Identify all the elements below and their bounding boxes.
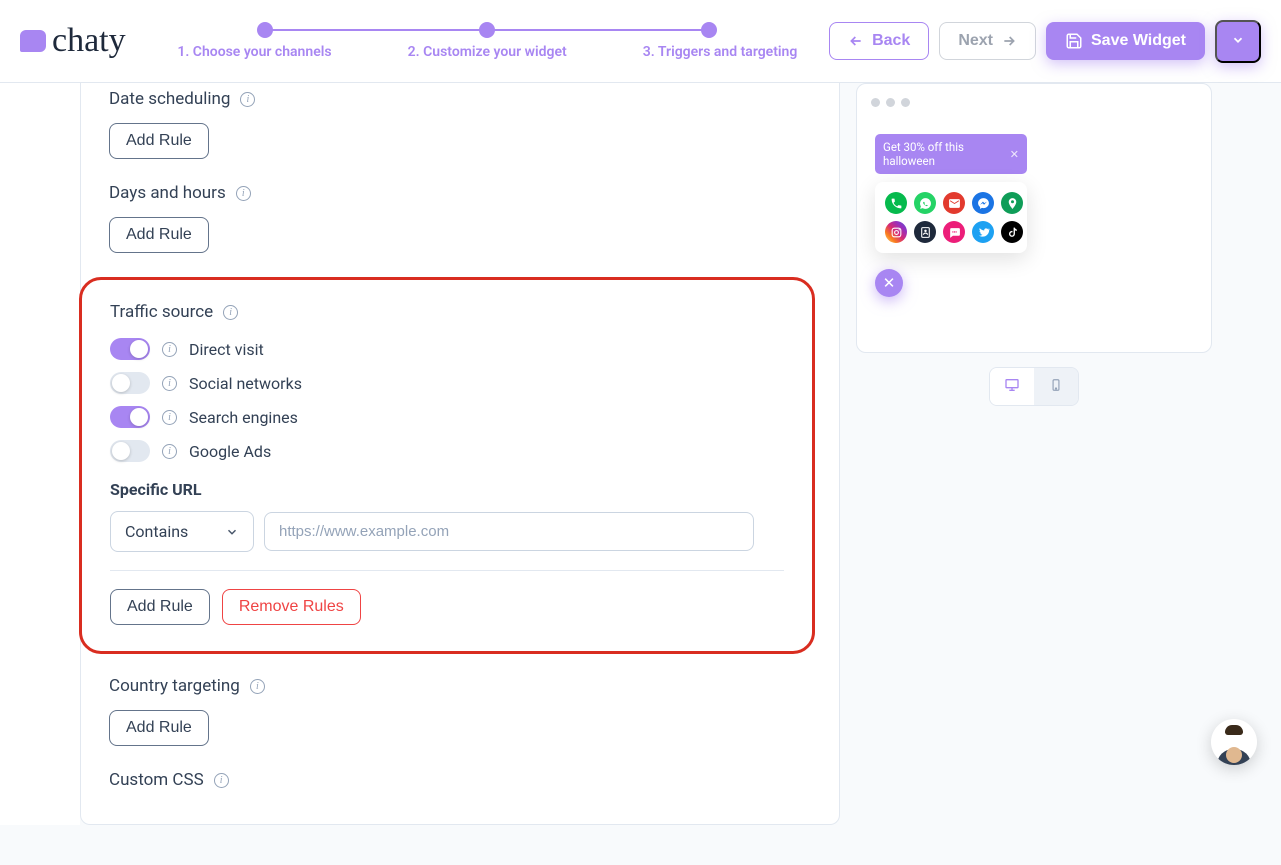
info-icon[interactable]: i (250, 679, 265, 694)
device-desktop-button[interactable] (990, 368, 1034, 405)
info-icon[interactable]: i (240, 92, 255, 107)
toggle-search-engines-label: Search engines (189, 408, 298, 427)
step-dot-3[interactable] (701, 22, 717, 38)
info-icon[interactable]: i (162, 342, 177, 357)
traffic-source-title: Traffic source (110, 302, 213, 322)
settings-card: Date scheduling i Add Rule Days and hour… (80, 83, 840, 825)
info-icon[interactable]: i (236, 186, 251, 201)
channel-email-icon[interactable] (943, 192, 965, 214)
days-hours-title: Days and hours (109, 183, 226, 203)
window-dots (871, 98, 1197, 107)
channel-messenger-icon[interactable] (972, 192, 994, 214)
url-condition-select[interactable]: Contains (110, 511, 254, 552)
channel-tiktok-icon[interactable] (1001, 221, 1023, 243)
save-dropdown-button[interactable] (1215, 20, 1261, 63)
toggle-direct-visit-label: Direct visit (189, 340, 264, 359)
toggle-google-ads[interactable] (110, 440, 150, 462)
cta-banner[interactable]: Get 30% off this halloween ✕ (875, 134, 1027, 174)
add-rule-traffic-source[interactable]: Add Rule (110, 589, 210, 625)
step-dot-1[interactable] (257, 22, 273, 38)
toggle-social-networks-label: Social networks (189, 374, 302, 393)
next-button[interactable]: Next (939, 22, 1036, 60)
cta-text: Get 30% off this halloween (883, 140, 1006, 168)
step-label-2[interactable]: 2. Customize your widget (408, 44, 567, 60)
date-scheduling-title: Date scheduling (109, 89, 230, 109)
toggle-search-engines[interactable] (110, 406, 150, 428)
workspace: Date scheduling i Add Rule Days and hour… (0, 83, 1281, 865)
chevron-down-icon (225, 525, 239, 539)
add-rule-country-targeting[interactable]: Add Rule (109, 710, 209, 746)
channel-twitter-icon[interactable] (972, 221, 994, 243)
preview-frame: Get 30% off this halloween ✕ (856, 83, 1212, 353)
info-icon[interactable]: i (162, 410, 177, 425)
specific-url-label: Specific URL (110, 480, 784, 499)
arrow-right-icon (1001, 33, 1017, 49)
back-button[interactable]: Back (829, 22, 929, 60)
url-input[interactable] (264, 512, 754, 551)
left-rail (0, 83, 80, 825)
logo[interactable]: chaty (20, 22, 126, 60)
stepper: 1. Choose your channels 2. Customize you… (176, 22, 799, 60)
channel-instagram-icon[interactable] (885, 221, 907, 243)
step-label-1[interactable]: 1. Choose your channels (177, 44, 331, 60)
section-traffic-source: Traffic source i i Direct visit i Social (79, 277, 815, 654)
channel-phone-icon[interactable] (885, 192, 907, 214)
logo-text: chaty (52, 22, 126, 60)
channel-whatsapp-icon[interactable] (914, 192, 936, 214)
section-date-scheduling: Date scheduling i Add Rule (109, 89, 811, 159)
channel-contact-form-icon[interactable] (914, 221, 936, 243)
info-icon[interactable]: i (223, 305, 238, 320)
section-custom-css: Custom CSS i (109, 770, 811, 790)
toggle-social-networks[interactable] (110, 372, 150, 394)
device-mobile-button[interactable] (1034, 368, 1078, 405)
toggle-google-ads-label: Google Ads (189, 442, 271, 461)
info-icon[interactable]: i (162, 444, 177, 459)
url-condition-value: Contains (125, 522, 188, 541)
channel-grid (875, 182, 1027, 253)
save-widget-button[interactable]: Save Widget (1046, 22, 1205, 60)
info-icon[interactable]: i (214, 773, 229, 788)
save-label: Save Widget (1091, 32, 1186, 50)
custom-css-title: Custom CSS (109, 770, 204, 790)
remove-rules-traffic-source[interactable]: Remove Rules (222, 589, 361, 625)
logo-icon (20, 30, 46, 52)
channel-sms-icon[interactable] (943, 221, 965, 243)
save-icon (1065, 32, 1083, 50)
top-actions: Back Next Save Widget (829, 20, 1261, 63)
chat-widget-preview: Get 30% off this halloween ✕ (875, 134, 1027, 297)
preview-column: Get 30% off this halloween ✕ (856, 83, 1236, 825)
country-targeting-title: Country targeting (109, 676, 240, 696)
support-chat-avatar[interactable] (1211, 719, 1257, 765)
channel-maps-icon[interactable] (1001, 192, 1023, 214)
device-toggle (989, 367, 1079, 406)
close-widget-button[interactable]: ✕ (875, 269, 903, 297)
section-country-targeting: Country targeting i Add Rule (109, 676, 811, 746)
step-dot-2[interactable] (479, 22, 495, 38)
top-bar: chaty 1. Choose your channels 2. Customi… (0, 0, 1281, 83)
mobile-icon (1049, 376, 1063, 394)
arrow-left-icon (848, 33, 864, 49)
add-rule-days-hours[interactable]: Add Rule (109, 217, 209, 253)
next-label: Next (958, 32, 993, 50)
section-days-hours: Days and hours i Add Rule (109, 183, 811, 253)
close-icon[interactable]: ✕ (1010, 148, 1019, 161)
add-rule-date-scheduling[interactable]: Add Rule (109, 123, 209, 159)
toggle-direct-visit[interactable] (110, 338, 150, 360)
back-label: Back (872, 32, 910, 50)
desktop-icon (1003, 377, 1021, 393)
step-label-3[interactable]: 3. Triggers and targeting (643, 44, 798, 60)
info-icon[interactable]: i (162, 376, 177, 391)
chevron-down-icon (1231, 33, 1245, 47)
